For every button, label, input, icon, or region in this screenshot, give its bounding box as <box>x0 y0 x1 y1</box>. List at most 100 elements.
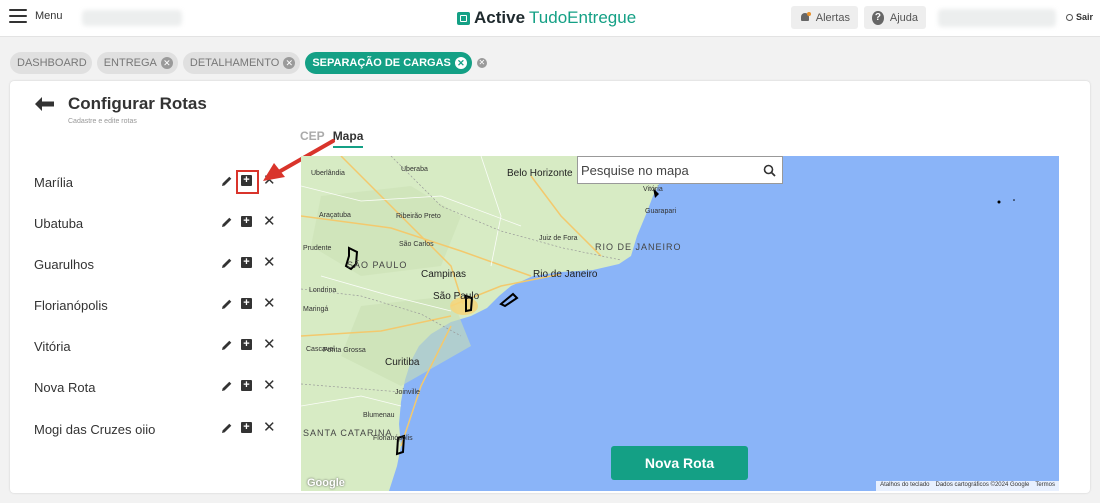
page-subtitle: Cadastre e edite rotas <box>68 118 137 125</box>
terms-link[interactable]: Termos <box>1035 482 1055 490</box>
map-place-label: Ponta Grossa <box>323 347 366 354</box>
add-icon[interactable]: + <box>241 380 252 391</box>
map-attribution: Atalhos do teclado Dados cartográficos ©… <box>876 481 1059 491</box>
map-place-label: Florianópolis <box>373 435 413 442</box>
hamburger-icon <box>9 9 27 23</box>
delete-icon[interactable]: ✕ <box>263 420 276 435</box>
pencil-icon[interactable] <box>221 380 233 392</box>
breadcrumb-detalhamento[interactable]: DETALHAMENTO ✕ <box>182 52 301 74</box>
menu-button[interactable]: Menu <box>9 9 63 23</box>
route-name: Marília <box>34 175 74 190</box>
breadcrumb-label: SEPARAÇÃO DE CARGAS <box>312 57 451 69</box>
breadcrumb-label: DASHBOARD <box>17 57 87 69</box>
map-place-label: Blumenau <box>363 412 395 419</box>
alerts-button[interactable]: Alertas <box>791 6 858 29</box>
help-button[interactable]: ? Ajuda <box>864 6 926 29</box>
blurred-user-name <box>938 9 1056 27</box>
route-item[interactable]: Vitória + ✕ <box>34 336 284 356</box>
map-place-label: Guarapari <box>645 208 677 215</box>
delete-icon[interactable]: ✕ <box>263 255 276 270</box>
breadcrumb: DASHBOARD ENTREGA ✕ DETALHAMENTO ✕ SEPAR… <box>10 52 487 74</box>
add-icon[interactable]: + <box>241 298 252 309</box>
map-place-label: Joinville <box>395 389 420 396</box>
bell-icon <box>799 11 811 24</box>
power-icon <box>1066 13 1073 21</box>
pencil-icon[interactable] <box>221 216 233 228</box>
alerts-label: Alertas <box>815 11 850 24</box>
map-place-label: Uberaba <box>401 166 428 173</box>
question-icon: ? <box>872 10 884 25</box>
help-label: Ajuda <box>889 11 918 24</box>
top-bar: Menu Active TudoEntregue Alertas ? Ajuda… <box>0 0 1100 37</box>
map-place-label: Belo Horizonte <box>507 168 573 179</box>
delete-icon[interactable]: ✕ <box>263 337 276 352</box>
close-icon[interactable]: ✕ <box>160 57 173 69</box>
route-item[interactable]: Florianópolis + ✕ <box>34 295 284 315</box>
brand-logo: Active TudoEntregue <box>457 8 636 28</box>
route-item[interactable]: Ubatuba + ✕ <box>34 213 284 233</box>
breadcrumb-entrega[interactable]: ENTREGA ✕ <box>96 52 178 74</box>
add-icon[interactable]: + <box>241 216 252 227</box>
logout-label: Sair <box>1076 12 1094 22</box>
route-name: Mogi das Cruzes oiio <box>34 422 156 437</box>
map-land <box>301 156 1015 491</box>
route-name: Ubatuba <box>34 216 84 231</box>
map-place-label: Vitória <box>643 186 663 193</box>
route-name: Nova Rota <box>34 380 96 395</box>
route-name: Guarulhos <box>34 257 94 272</box>
brand-name-rest: TudoEntregue <box>529 8 637 27</box>
pencil-icon[interactable] <box>221 175 233 187</box>
pencil-icon[interactable] <box>221 422 233 434</box>
map-place-label: Campinas <box>421 269 467 280</box>
map-place-label: Araçatuba <box>319 212 351 219</box>
breadcrumb-separacao-de-cargas[interactable]: SEPARAÇÃO DE CARGAS ✕ <box>305 52 472 74</box>
map-data-credit: Dados cartográficos ©2024 Google <box>935 482 1030 488</box>
page-title: Configurar Rotas <box>68 94 207 113</box>
route-item[interactable]: Mogi das Cruzes oiio + ✕ <box>34 419 284 439</box>
brand-mark-icon <box>457 11 470 25</box>
logout-button[interactable]: Sair <box>1066 12 1093 22</box>
pencil-icon[interactable] <box>221 298 233 310</box>
map-view[interactable]: Belo Horizonte Uberaba Uberlândia Araçat… <box>301 156 1059 491</box>
map-place-label: São Paulo <box>433 291 480 302</box>
close-icon[interactable]: ✕ <box>283 57 296 69</box>
map-place-label: SÃO PAULO <box>347 260 408 270</box>
menu-label: Menu <box>35 10 63 22</box>
close-icon[interactable]: ✕ <box>454 57 467 69</box>
map-place-label: São Carlos <box>399 241 434 248</box>
map-place-label: Uberlândia <box>311 170 345 177</box>
map-place-label: RIO DE JANEIRO <box>595 242 682 252</box>
pencil-icon[interactable] <box>221 339 233 351</box>
new-route-button[interactable]: Nova Rota <box>611 446 748 480</box>
map-search-box <box>577 156 783 184</box>
highlight-box <box>236 170 259 194</box>
add-icon[interactable]: + <box>241 257 252 268</box>
map-place-label: Prudente <box>303 245 332 252</box>
keyboard-shortcuts-link[interactable]: Atalhos do teclado <box>880 482 929 490</box>
google-logo: Google <box>307 477 345 489</box>
add-icon[interactable]: + <box>241 339 252 350</box>
route-item[interactable]: Guarulhos + ✕ <box>34 254 284 274</box>
pencil-icon[interactable] <box>221 257 233 269</box>
map-place-label: Londrina <box>309 287 337 294</box>
breadcrumb-label: ENTREGA <box>103 57 157 69</box>
map-place-label: Juiz de Fora <box>539 235 578 242</box>
back-arrow-icon[interactable] <box>35 97 54 111</box>
add-icon[interactable]: + <box>241 422 252 433</box>
breadcrumb-dashboard[interactable]: DASHBOARD <box>10 52 92 74</box>
map-place-label: Curitiba <box>385 357 420 368</box>
brand-name-bold: Active <box>474 8 526 27</box>
map-place-label: Ribeirão Preto <box>396 213 441 220</box>
search-icon[interactable] <box>763 164 776 177</box>
route-name: Florianópolis <box>34 298 108 313</box>
route-name: Vitória <box>34 339 71 354</box>
blurred-account-info <box>82 10 182 26</box>
close-all-tabs-icon[interactable]: ✕ <box>476 58 487 68</box>
delete-icon[interactable]: ✕ <box>263 296 276 311</box>
map-search-input[interactable] <box>581 162 761 178</box>
map-place-label: Maringá <box>303 306 329 313</box>
routes-card: Configurar Rotas Cadastre e edite rotas … <box>10 81 1090 493</box>
route-item[interactable]: Nova Rota + ✕ <box>34 377 284 397</box>
delete-icon[interactable]: ✕ <box>263 214 276 229</box>
delete-icon[interactable]: ✕ <box>263 378 276 393</box>
